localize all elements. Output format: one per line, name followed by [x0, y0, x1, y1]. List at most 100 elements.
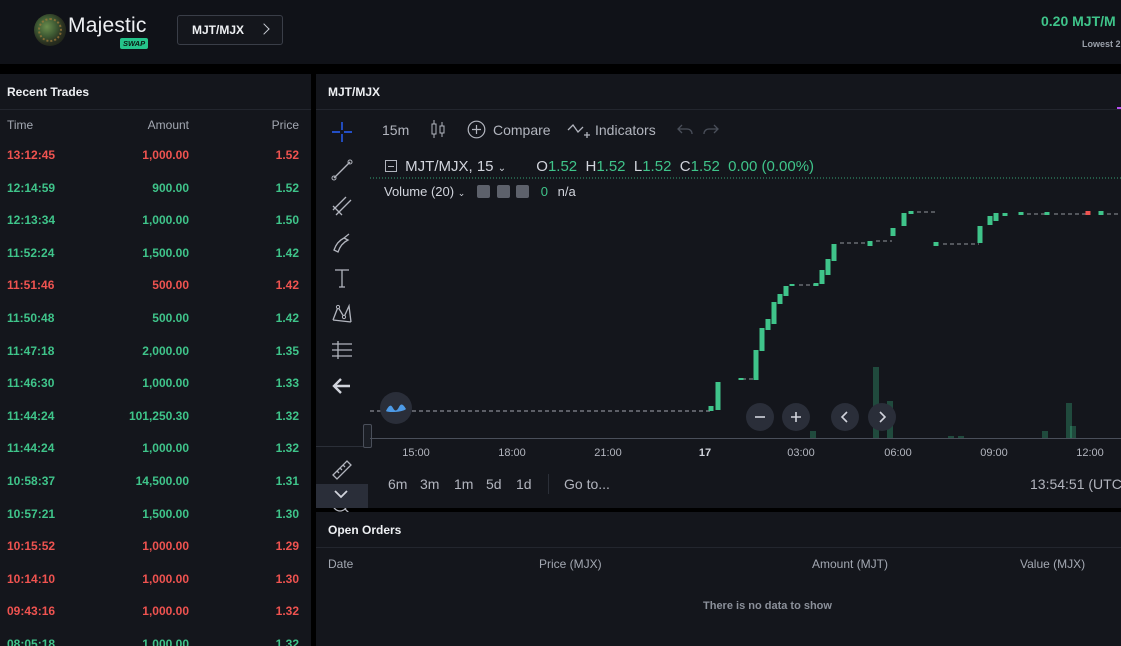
trade-row[interactable]: 10:58:37 14,500.00 1.31	[0, 474, 311, 494]
trade-row[interactable]: 10:57:21 1,500.00 1.30	[0, 507, 311, 527]
range-button-1d[interactable]: 1d	[516, 476, 532, 492]
candle	[977, 226, 983, 243]
trade-row[interactable]: 11:44:24 1,000.00 1.32	[0, 441, 311, 461]
zoom-in-button[interactable]	[782, 403, 810, 431]
divider	[548, 474, 549, 494]
indicators-button[interactable]: Indicators	[595, 122, 656, 138]
price-chart[interactable]	[370, 174, 1121, 439]
current-price: 0.20 MJT/M	[1041, 13, 1116, 29]
trade-row[interactable]: 11:44:24 101,250.30 1.32	[0, 409, 311, 429]
range-button-1m[interactable]: 1m	[454, 476, 473, 492]
gear-icon[interactable]	[496, 185, 510, 198]
goto-button[interactable]: Go to...	[564, 476, 610, 492]
indicators-icon[interactable]	[567, 121, 591, 139]
trade-row[interactable]: 12:14:59 900.00 1.52	[0, 181, 311, 201]
time-axis-tick: 09:00	[980, 447, 1008, 459]
undo-icon[interactable]	[677, 122, 693, 136]
brush-icon[interactable]	[330, 230, 354, 254]
collapse-legend-icon[interactable]	[385, 160, 397, 172]
candle	[759, 328, 765, 351]
crosshair-icon[interactable]	[330, 120, 354, 144]
scroll-right-button[interactable]	[868, 403, 896, 431]
trade-row[interactable]: 08:05:18 1,000.00 1.32	[0, 637, 311, 646]
range-button-3m[interactable]: 3m	[420, 476, 439, 492]
text-tool-icon[interactable]	[330, 266, 354, 290]
chevron-down-icon[interactable]: ⌄	[498, 163, 506, 174]
ohlc-close-label: C	[679, 158, 691, 175]
time-axis-tick: 06:00	[884, 447, 912, 459]
chevron-left-icon	[840, 411, 848, 423]
pair-selector-button[interactable]: MJT/MJX	[177, 15, 283, 45]
trade-row[interactable]: 10:14:10 1,000.00 1.30	[0, 572, 311, 592]
volume-legend: Volume (20) ⌄ 0 n/a	[384, 184, 576, 199]
column-header-amount: Amount	[147, 118, 189, 132]
redo-icon[interactable]	[703, 122, 719, 136]
interval-button[interactable]: 15m	[382, 122, 409, 138]
trade-amount: 1,500.00	[142, 506, 189, 521]
compare-plus-icon[interactable]	[467, 120, 486, 139]
trade-row[interactable]: 11:47:18 2,000.00 1.35	[0, 344, 311, 364]
trade-row[interactable]: 09:43:16 1,000.00 1.32	[0, 604, 311, 624]
column-header-price: Price (MJX)	[539, 557, 602, 571]
divider	[316, 547, 1121, 548]
tradingview-logo-icon[interactable]	[380, 392, 412, 424]
trade-time: 11:44:24	[7, 408, 55, 423]
trade-price: 1.29	[275, 539, 299, 554]
candle	[867, 241, 873, 246]
trade-price: 1.32	[275, 441, 299, 456]
candle	[771, 302, 777, 324]
pair-selector-label: MJT/MJX	[192, 23, 245, 37]
trade-row[interactable]: 11:51:46 500.00 1.42	[0, 278, 311, 298]
trade-time: 11:50:48	[7, 311, 55, 325]
eye-icon[interactable]	[476, 185, 490, 198]
ruler-icon[interactable]	[330, 458, 354, 482]
legend-symbol[interactable]: MJT/MJX, 15	[405, 158, 493, 175]
ohlc-high-label: H	[585, 158, 597, 175]
time-axis[interactable]: 15:00 18:00 21:00 17 03:00 06:00 09:00 12:00	[370, 438, 1121, 460]
candle	[933, 242, 939, 246]
compare-button[interactable]: Compare	[493, 122, 551, 138]
range-button-6m[interactable]: 6m	[388, 476, 407, 492]
trade-price: 1.31	[275, 474, 299, 488]
range-bar: 6m 3m 1m 5d 1d Go to... 13:54:51 (UTC	[370, 466, 1121, 502]
candle	[890, 228, 896, 236]
chevron-down-icon[interactable]: ⌄	[458, 188, 466, 198]
chart-title: MJT/MJX	[328, 85, 381, 99]
trade-row[interactable]: 11:52:24 1,500.00 1.42	[0, 246, 311, 266]
pattern-tool-icon[interactable]	[330, 302, 354, 326]
close-icon[interactable]	[516, 185, 530, 198]
candle	[901, 213, 907, 226]
trade-row[interactable]: 11:50:48 500.00 1.42	[0, 311, 311, 331]
prediction-tool-icon[interactable]	[330, 338, 354, 362]
trade-time: 12:13:34	[7, 213, 56, 228]
fib-tool-icon[interactable]	[330, 194, 354, 218]
candle	[831, 244, 837, 261]
trade-amount: 500.00	[152, 278, 189, 293]
candle	[1085, 211, 1091, 215]
price-subtitle: Lowest 2	[1082, 39, 1121, 49]
ohlc-low-label: L	[633, 158, 643, 175]
trend-line-icon[interactable]	[330, 158, 354, 182]
toolbar-expand-button[interactable]	[316, 484, 368, 508]
trade-time: 13:12:45	[7, 148, 56, 162]
volume-label[interactable]: Volume (20)	[384, 184, 454, 199]
trade-row[interactable]: 11:46:30 1,000.00 1.33	[0, 376, 311, 396]
trade-amount: 1,000.00	[142, 376, 189, 391]
top-bar: Majestic SWAP MJT/MJX 0.20 MJT/M Lowest …	[0, 0, 1121, 64]
trade-row[interactable]: 13:12:45 1,000.00 1.52	[0, 148, 311, 168]
range-button-5d[interactable]: 5d	[486, 476, 502, 492]
open-orders-title: Open Orders	[328, 523, 402, 537]
trade-row[interactable]: 12:13:34 1,000.00 1.50	[0, 213, 311, 233]
recent-trades-title: Recent Trades	[7, 85, 90, 99]
candle-style-icon[interactable]	[430, 119, 446, 139]
candle	[1098, 211, 1104, 215]
back-arrow-icon[interactable]	[330, 374, 354, 398]
zoom-out-button[interactable]	[746, 403, 774, 431]
trade-row[interactable]: 10:15:52 1,000.00 1.29	[0, 539, 311, 559]
scroll-left-button[interactable]	[831, 403, 859, 431]
trade-amount: 2,000.00	[142, 343, 189, 358]
brand-name[interactable]: Majestic	[68, 14, 147, 38]
trade-price: 1.33	[275, 376, 299, 391]
candle	[1044, 212, 1050, 215]
chart-clock[interactable]: 13:54:51 (UTC	[1030, 476, 1121, 492]
